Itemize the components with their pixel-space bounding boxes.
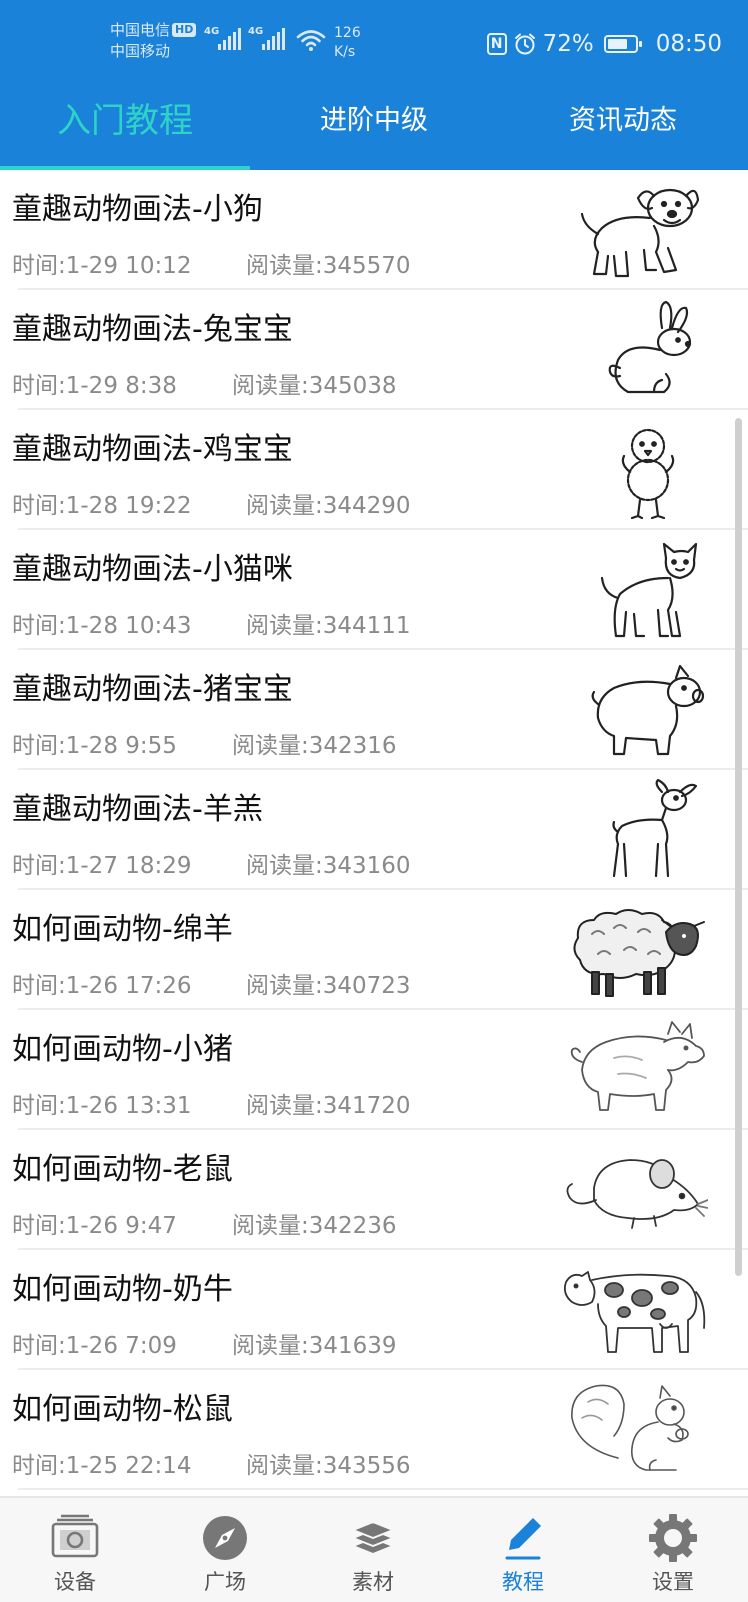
bottom-navigation: 设备 广场 素材 教程 设置 <box>0 1496 748 1602</box>
nav-tutorial[interactable]: 教程 <box>448 1498 598 1602</box>
list-item[interactable]: 童趣动物画法-猪宝宝 时间:1-28 9:55 阅读量:342316 <box>0 650 748 770</box>
article-title: 如何画动物-松鼠 <box>12 1392 233 1427</box>
carrier-2: 中国移动 <box>110 42 171 60</box>
article-title: 如何画动物-小猪 <box>12 1032 233 1067</box>
article-time: 时间:1-28 10:43 <box>12 613 192 639</box>
cow-thumbnail <box>563 1271 706 1353</box>
sheep-thumbnail <box>573 909 705 997</box>
article-reads: 阅读量:344290 <box>246 493 411 519</box>
top-tab-bar: 入门教程 进阶中级 资讯动态 <box>0 88 748 170</box>
article-reads: 阅读量:341720 <box>246 1093 411 1119</box>
article-time: 时间:1-28 9:55 <box>12 733 177 759</box>
article-reads: 阅读量:345570 <box>246 253 411 279</box>
device-icon <box>51 1514 99 1558</box>
carrier-info: 中国电信 HD 中国移动 <box>110 20 197 62</box>
article-title: 童趣动物画法-羊羔 <box>12 792 263 827</box>
speed-value: 126 <box>334 25 361 41</box>
nav-label: 素材 <box>352 1570 394 1594</box>
article-time: 时间:1-25 22:14 <box>12 1453 192 1479</box>
list-item[interactable]: 如何画动物-松鼠 时间:1-25 22:14 阅读量:343556 <box>0 1370 748 1490</box>
tab-news[interactable]: 资讯动态 <box>498 88 748 170</box>
list-item[interactable]: 童趣动物画法-兔宝宝 时间:1-29 8:38 阅读量:345038 <box>0 290 748 410</box>
alarm-icon <box>514 33 535 55</box>
article-reads: 阅读量:343160 <box>246 853 411 879</box>
article-time: 时间:1-29 8:38 <box>12 373 177 399</box>
article-time: 时间:1-28 19:22 <box>12 493 192 519</box>
network-type-2: 4G <box>248 26 264 37</box>
tab-beginner[interactable]: 入门教程 <box>0 88 250 170</box>
list-item[interactable]: 如何画动物-老鼠 时间:1-26 9:47 阅读量:342236 <box>0 1130 748 1250</box>
pencil-icon <box>505 1518 541 1560</box>
carrier-1: 中国电信 <box>110 21 171 39</box>
nav-device[interactable]: 设备 <box>0 1498 150 1602</box>
article-reads: 阅读量:344111 <box>246 613 411 639</box>
article-list: 童趣动物画法-小狗 时间:1-29 10:12 阅读量:345570 童趣动物画… <box>0 170 748 1495</box>
network-type-1: 4G <box>204 26 220 37</box>
article-title: 如何画动物-奶牛 <box>12 1272 233 1307</box>
nav-label: 设置 <box>652 1570 694 1594</box>
list-item[interactable]: 童趣动物画法-羊羔 时间:1-27 18:29 阅读量:343160 <box>0 770 748 890</box>
list-item[interactable]: 童趣动物画法-小狗 时间:1-29 10:12 阅读量:345570 <box>0 170 748 290</box>
article-title: 如何画动物-老鼠 <box>12 1152 233 1187</box>
speed-unit: K/s <box>334 44 356 60</box>
status-bar: 中国电信 HD 中国移动 4G 4G 126 K/s N 72% 08:50 <box>0 0 748 88</box>
list-scrollbar[interactable] <box>735 418 742 1276</box>
article-reads: 阅读量:340723 <box>246 973 411 999</box>
dog-thumbnail <box>580 188 700 278</box>
article-title: 童趣动物画法-猪宝宝 <box>12 672 293 707</box>
article-title: 童趣动物画法-鸡宝宝 <box>12 432 293 467</box>
article-time: 时间:1-26 9:47 <box>12 1213 177 1239</box>
layers-icon <box>352 1521 394 1555</box>
compass-icon <box>203 1516 247 1560</box>
row-divider <box>18 1488 748 1490</box>
nav-label: 设备 <box>54 1570 96 1594</box>
rabbit-thumbnail <box>608 300 692 394</box>
article-reads: 阅读量:343556 <box>246 1453 411 1479</box>
cat-thumbnail <box>600 542 698 638</box>
nav-material[interactable]: 素材 <box>298 1498 448 1602</box>
wifi-icon <box>296 30 326 51</box>
chick-thumbnail <box>621 428 675 520</box>
list-item[interactable]: 如何画动物-小猪 时间:1-26 13:31 阅读量:341720 <box>0 1010 748 1130</box>
article-time: 时间:1-26 17:26 <box>12 973 192 999</box>
network-speed: 126 K/s <box>334 24 361 62</box>
article-title: 童趣动物画法-小狗 <box>12 192 263 227</box>
article-title: 童趣动物画法-小猫咪 <box>12 552 293 587</box>
piglet-thumbnail <box>570 1021 705 1111</box>
nav-settings[interactable]: 设置 <box>598 1498 748 1602</box>
article-time: 时间:1-29 10:12 <box>12 253 192 279</box>
list-item[interactable]: 童趣动物画法-小猫咪 时间:1-28 10:43 阅读量:344111 <box>0 530 748 650</box>
squirrel-thumbnail <box>571 1384 689 1471</box>
article-reads: 阅读量:341639 <box>232 1333 397 1359</box>
battery-percent: 72% <box>542 31 594 57</box>
nfc-icon: N <box>486 33 507 55</box>
nav-square[interactable]: 广场 <box>150 1498 300 1602</box>
lamb-thumbnail <box>612 778 698 878</box>
article-title: 如何画动物-绵羊 <box>12 912 233 947</box>
gear-icon <box>649 1514 697 1562</box>
list-item[interactable]: 如何画动物-绵羊 时间:1-26 17:26 阅读量:340723 <box>0 890 748 1010</box>
hd-badge: HD <box>172 23 197 37</box>
article-reads: 阅读量:342236 <box>232 1213 397 1239</box>
list-item[interactable]: 如何画动物-奶牛 时间:1-26 7:09 阅读量:341639 <box>0 1250 748 1370</box>
article-time: 时间:1-26 7:09 <box>12 1333 177 1359</box>
article-title: 童趣动物画法-兔宝宝 <box>12 312 293 347</box>
mouse-thumbnail <box>566 1159 708 1229</box>
tab-intermediate[interactable]: 进阶中级 <box>250 88 498 170</box>
status-right-group: N 72% 08:50 <box>486 26 722 62</box>
clock: 08:50 <box>655 31 722 57</box>
article-reads: 阅读量:345038 <box>232 373 397 399</box>
battery-fill <box>607 39 627 49</box>
nav-label: 广场 <box>204 1570 246 1594</box>
article-reads: 阅读量:342316 <box>232 733 397 759</box>
list-item[interactable]: 童趣动物画法-鸡宝宝 时间:1-28 19:22 阅读量:344290 <box>0 410 748 530</box>
article-time: 时间:1-27 18:29 <box>12 853 192 879</box>
pig-thumbnail <box>591 664 705 756</box>
battery-icon <box>603 35 642 53</box>
article-time: 时间:1-26 13:31 <box>12 1093 192 1119</box>
nav-label: 教程 <box>502 1570 544 1594</box>
